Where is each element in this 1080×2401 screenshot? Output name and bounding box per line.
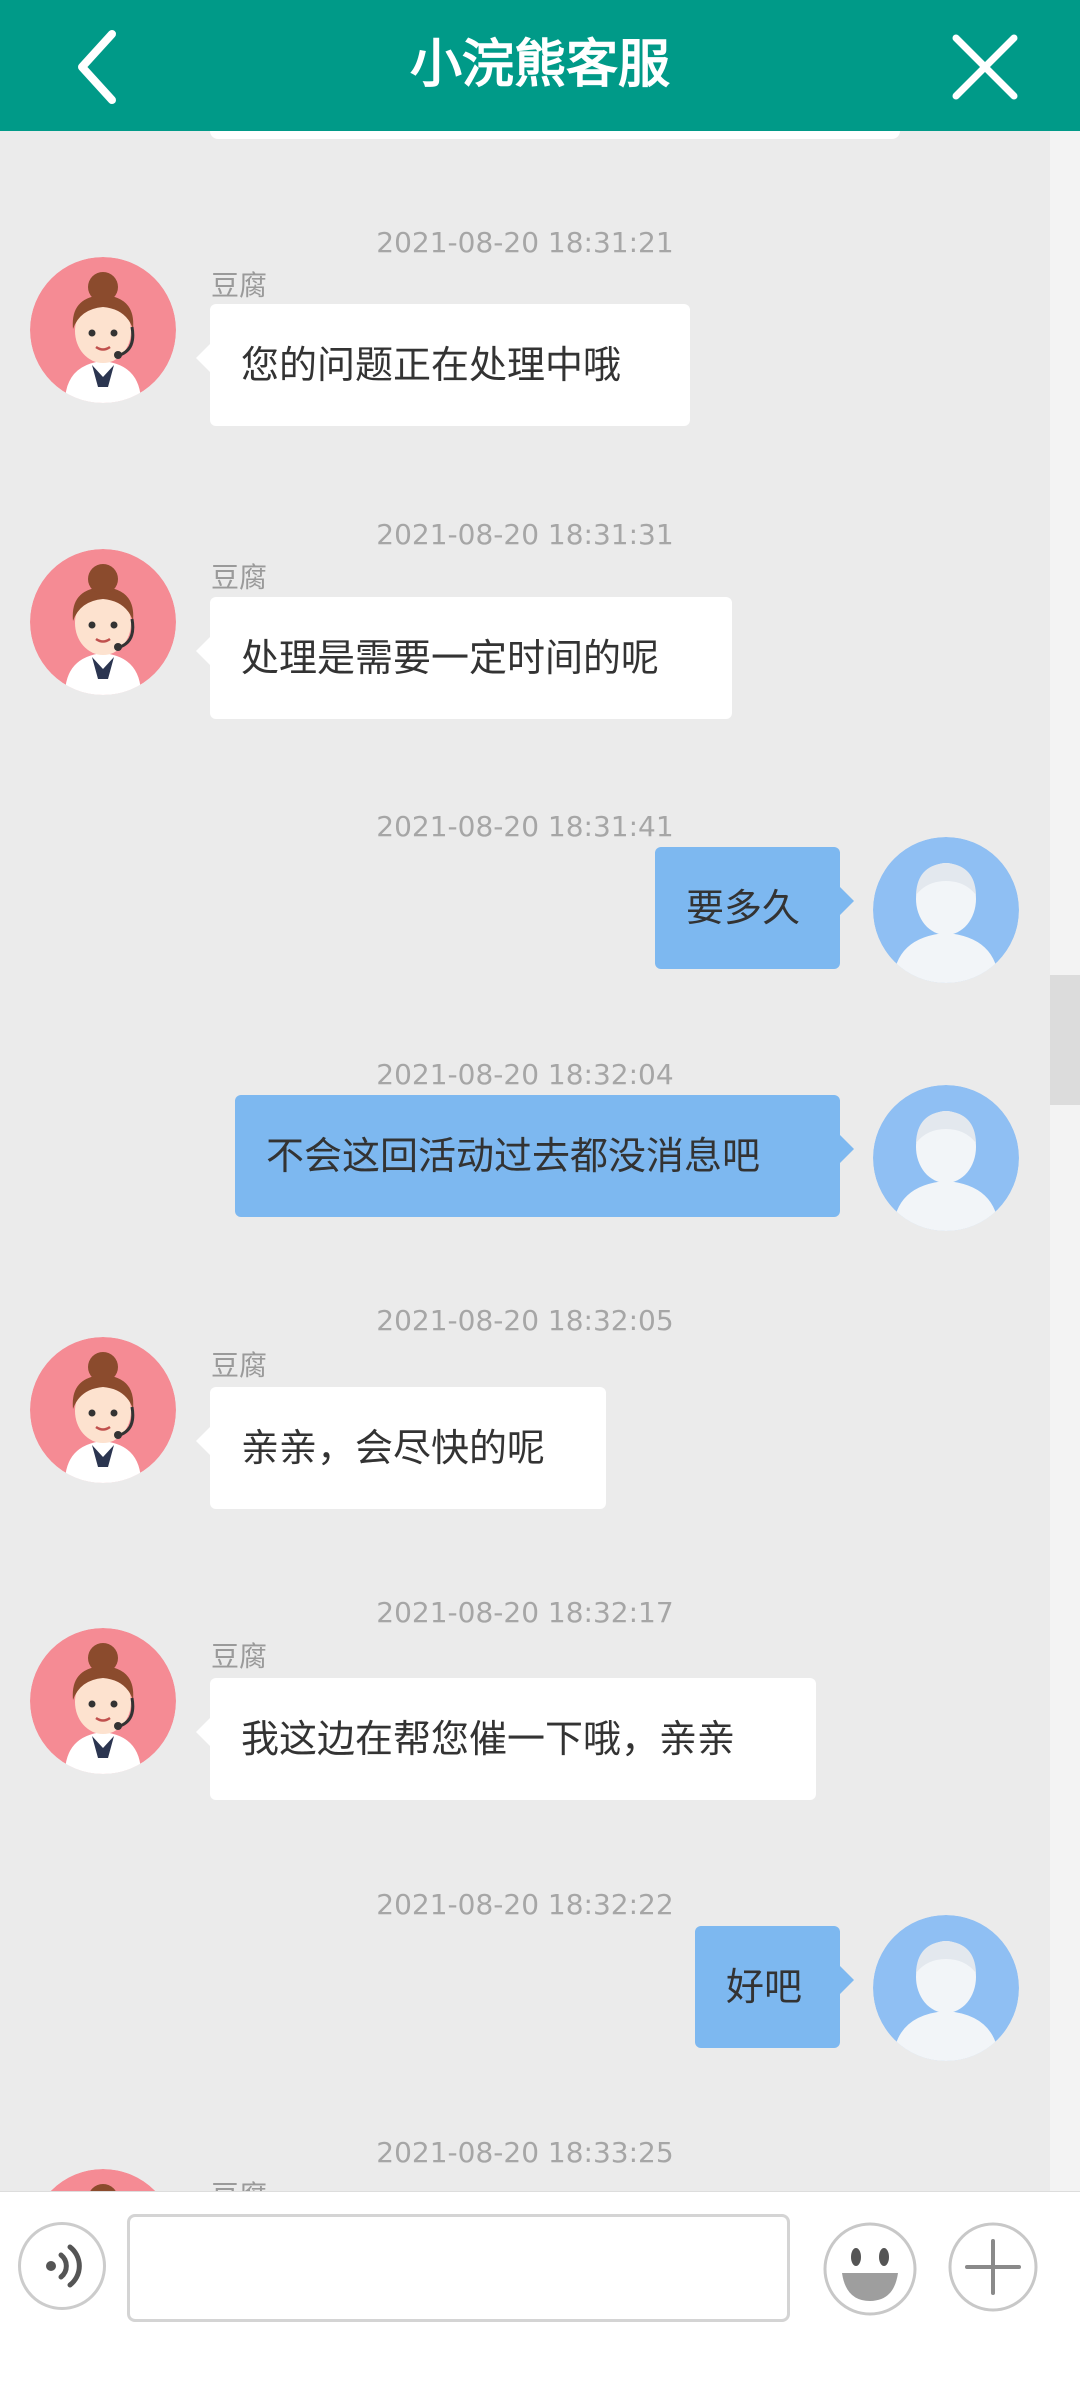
emoji-icon[interactable] [822,2221,918,2317]
user-message-bubble[interactable]: 好吧 [695,1926,854,2048]
message-timestamp: 2021-08-20 18:31:41 [376,810,674,843]
agent-message-bubble[interactable]: 您的问题正在处理中哦 [196,304,690,426]
agent-avatar[interactable] [30,1628,176,1774]
agent-message-bubble[interactable]: 我这边在帮您催一下哦，亲亲 [196,1678,816,1800]
sender-name: 豆腐 [211,269,268,302]
scrollbar-track[interactable] [1050,131,1080,2191]
close-icon[interactable] [940,22,1030,112]
message-timestamp: 2021-08-20 18:32:17 [376,1596,674,1629]
agent-message-bubble[interactable]: 亲亲，会尽快的呢 [196,1387,606,1509]
message-list[interactable]: 2021-08-20 18:31:21 豆腐 您的问题正在处理中哦 2021-08-… [0,131,1050,2191]
user-avatar[interactable] [873,1085,1019,1231]
scrollbar-thumb[interactable] [1050,975,1080,1105]
user-message-bubble[interactable]: 要多久 [655,847,854,969]
voice-icon [46,2244,82,2288]
message-timestamp: 2021-08-20 18:31:21 [376,226,674,259]
message-timestamp: 2021-08-20 18:32:05 [376,1304,674,1337]
user-message-bubble[interactable]: 不会这回活动过去都没消息吧 [235,1095,854,1217]
message-timestamp: 2021-08-20 18:31:31 [376,518,674,551]
agent-avatar[interactable] [30,2169,176,2191]
message-timestamp: 2021-08-20 18:33:25 [376,2136,674,2169]
sender-name: 豆腐 [211,1640,268,1673]
agent-avatar[interactable] [30,549,176,695]
sender-name: 豆腐 [211,561,268,594]
sender-name: 豆腐 [211,1349,268,1382]
message-input[interactable] [127,2214,790,2322]
message-timestamp: 2021-08-20 18:32:04 [376,1058,674,1091]
agent-avatar[interactable] [30,1337,176,1483]
header-bar: 小浣熊客服 [0,0,1080,131]
voice-button[interactable] [18,2222,106,2310]
previous-message-bubble [210,131,900,139]
page-title: 小浣熊客服 [409,35,670,95]
agent-avatar[interactable] [30,257,176,403]
plus-icon[interactable] [947,2221,1039,2313]
input-bar [0,2191,1080,2401]
message-timestamp: 2021-08-20 18:32:22 [376,1888,674,1921]
agent-message-bubble[interactable]: 处理是需要一定时间的呢 [196,597,732,719]
user-avatar[interactable] [873,1915,1019,2061]
user-avatar[interactable] [873,837,1019,983]
sender-name: 豆腐 [211,2174,267,2191]
